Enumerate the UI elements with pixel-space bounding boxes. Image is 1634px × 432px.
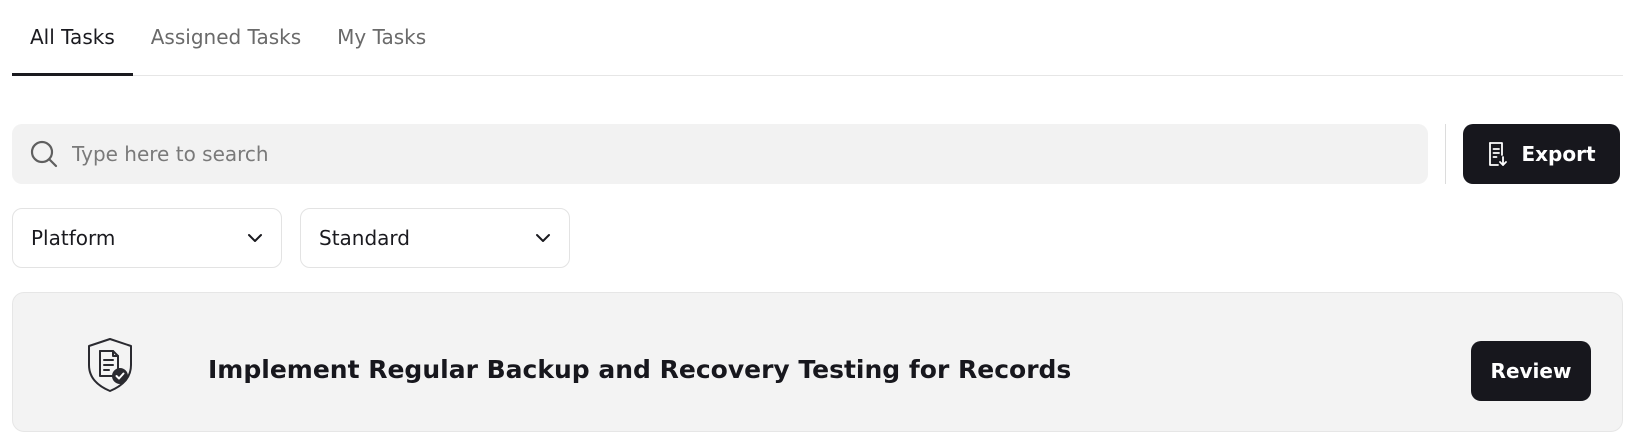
platform-select[interactable]: Platform bbox=[12, 208, 282, 268]
chevron-down-icon bbox=[535, 233, 551, 243]
standard-select-value: Standard bbox=[319, 226, 410, 250]
search-input[interactable] bbox=[72, 124, 1428, 184]
task-card: Implement Regular Backup and Recovery Te… bbox=[12, 292, 1623, 432]
document-download-icon bbox=[1487, 141, 1509, 167]
shield-document-check-icon bbox=[85, 337, 135, 393]
search-icon bbox=[30, 140, 58, 168]
export-button[interactable]: Export bbox=[1463, 124, 1620, 184]
tab-all-tasks[interactable]: All Tasks bbox=[12, 0, 133, 76]
platform-select-value: Platform bbox=[31, 226, 116, 250]
toolbar-divider bbox=[1445, 124, 1446, 184]
search-bar[interactable] bbox=[12, 124, 1428, 184]
standard-select[interactable]: Standard bbox=[300, 208, 570, 268]
tab-assigned-tasks[interactable]: Assigned Tasks bbox=[133, 0, 319, 75]
task-title: Implement Regular Backup and Recovery Te… bbox=[208, 355, 1072, 384]
export-label: Export bbox=[1521, 142, 1596, 166]
review-button[interactable]: Review bbox=[1471, 341, 1591, 401]
tab-my-tasks[interactable]: My Tasks bbox=[319, 0, 444, 75]
task-tabs: All Tasks Assigned Tasks My Tasks bbox=[12, 0, 1623, 76]
chevron-down-icon bbox=[247, 233, 263, 243]
